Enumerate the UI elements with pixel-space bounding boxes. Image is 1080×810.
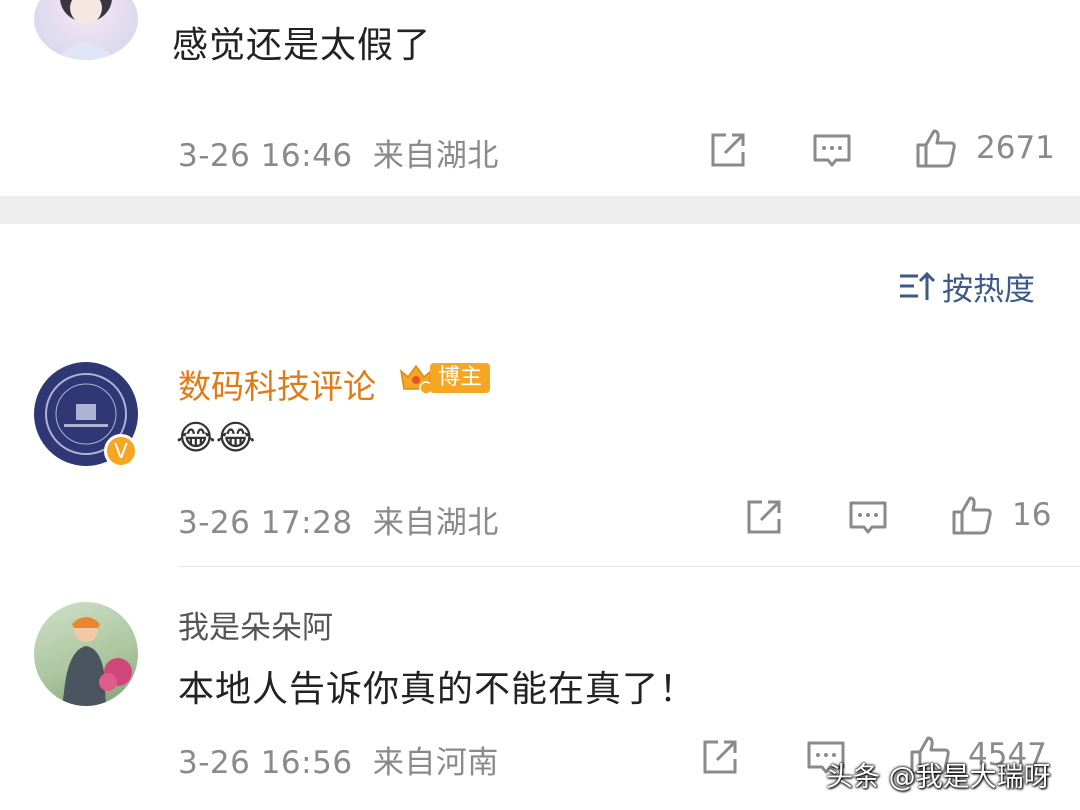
comment-location: 来自河南 [372, 745, 499, 781]
comment-text: 本地人告诉你真的不能在真了！ [178, 669, 697, 710]
sort-label: 按热度 [942, 271, 1035, 308]
comment-icon [813, 134, 851, 167]
comment-location: 来自湖北 [372, 505, 499, 541]
repost-button[interactable] [742, 495, 786, 539]
blogger-badge-label: 博主 [430, 363, 491, 393]
avatar-illustration [56, 0, 116, 60]
blogger-badge: 博主 [398, 360, 491, 396]
username[interactable]: 我是朵朵阿 [178, 602, 333, 647]
username[interactable]: 数码科技评论 [178, 360, 376, 408]
like-icon [952, 496, 992, 535]
like-count: 16 [1012, 497, 1052, 533]
comment-time: 3-26 17:28 [178, 505, 353, 541]
section-separator [0, 196, 1080, 224]
comment-button[interactable] [846, 495, 890, 539]
comment-time: 3-26 16:46 [178, 138, 353, 174]
repost-icon [747, 500, 781, 534]
repost-icon [703, 740, 737, 774]
avatar[interactable] [34, 0, 138, 60]
comment-meta: 3-26 16:56 来自河南 [178, 737, 499, 782]
comment-text: 感觉还是太假了 [172, 25, 432, 66]
like-count: 2671 [976, 130, 1055, 166]
like-icon [916, 129, 956, 168]
repost-button[interactable] [706, 128, 750, 172]
sort-by-popularity-button[interactable]: 按热度 [898, 266, 1035, 308]
comment-location: 来自湖北 [372, 138, 499, 174]
sort-icon [900, 271, 936, 300]
watermark: 头条 @我是大瑞呀 [826, 762, 1051, 793]
comment-icon [849, 501, 887, 534]
comment-text: 😂😂 [176, 418, 256, 458]
like-button[interactable] [950, 493, 994, 537]
avatar-photo [62, 617, 132, 706]
repost-icon [711, 133, 745, 167]
comment-meta: 3-26 16:46 来自湖北 [178, 130, 499, 175]
verified-v-icon: V [104, 434, 138, 468]
comment-time: 3-26 16:56 [178, 745, 353, 781]
crown-badge-icon [399, 364, 433, 395]
comment-meta: 3-26 17:28 来自湖北 [178, 497, 499, 542]
comment-button[interactable] [810, 128, 854, 172]
repost-button[interactable] [698, 735, 742, 779]
avatar[interactable] [34, 602, 138, 706]
like-button[interactable] [914, 126, 958, 170]
divider [178, 566, 1080, 567]
